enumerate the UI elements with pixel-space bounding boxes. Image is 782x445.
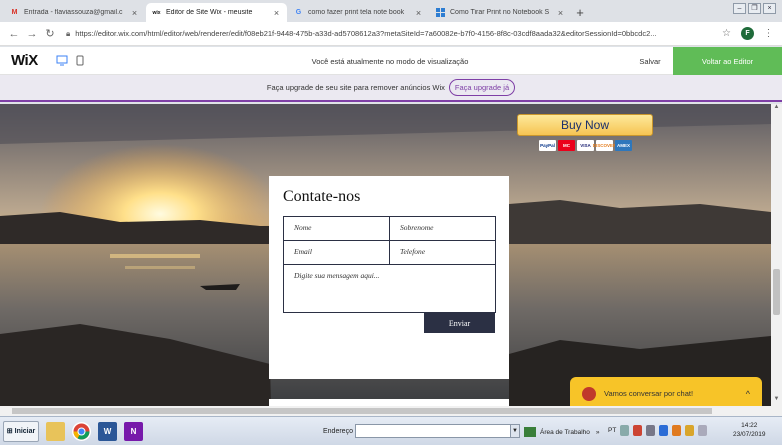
back-arrow-icon[interactable]: ← — [6, 26, 22, 42]
phone-field[interactable]: Telefone — [389, 240, 496, 265]
close-icon[interactable]: × — [130, 8, 139, 18]
message-field[interactable]: Digite sua mensagem aqui... — [283, 264, 496, 313]
tab-google-search[interactable]: G como fazer print tela note book × — [288, 3, 429, 22]
language-indicator[interactable]: PT — [608, 427, 616, 434]
close-icon[interactable]: × — [414, 8, 423, 18]
url-text: https://editor.wix.com/html/editor/web/r… — [75, 29, 657, 38]
bookmark-star-icon[interactable]: ☆ — [719, 26, 734, 41]
visa-icon: VISA — [577, 140, 594, 151]
shield-icon[interactable] — [685, 425, 694, 436]
wix-logo: WiX — [11, 52, 38, 69]
scroll-thumb[interactable] — [773, 269, 780, 315]
expand-chevron-icon[interactable]: » — [596, 429, 600, 436]
preview-mode-message: Você está atualmente no modo de visualiz… — [311, 57, 469, 66]
start-label: Iniciar — [14, 427, 36, 435]
chrome-icon[interactable] — [72, 421, 91, 441]
close-icon[interactable]: × — [556, 8, 565, 18]
horizontal-scrollbar[interactable] — [0, 406, 782, 416]
app-tray-icon[interactable] — [672, 425, 681, 436]
system-clock[interactable]: 14:22 23/07/2019 — [733, 421, 766, 439]
gmail-icon: M — [11, 9, 18, 16]
chat-avatar-icon — [582, 386, 596, 401]
taskbar-address-label: Endereço — [323, 427, 353, 435]
profile-avatar[interactable]: F — [740, 26, 755, 41]
onenote-icon[interactable]: N — [124, 421, 143, 441]
network-icon[interactable] — [633, 425, 642, 436]
lock-icon: 🔒︎ — [66, 28, 71, 38]
start-button[interactable]: ⊞ Iniciar — [3, 420, 39, 442]
amex-icon: AMEX — [615, 140, 632, 151]
avatar: F — [741, 27, 754, 40]
menu-dots-icon[interactable]: ⋮ — [761, 26, 776, 41]
payment-cards: PayPal MC VISA DISCOVER AMEX — [539, 140, 632, 151]
tab-wix-editor[interactable]: wix Editor de Site Wix - meusite × — [146, 3, 287, 22]
close-window-icon[interactable]: × — [763, 3, 776, 14]
desktop-label: Área de Trabalho — [540, 428, 590, 436]
browser-tab-strip: M Entrada - flaviassouza@gmail.c × wix E… — [0, 0, 782, 22]
tab-title: Entrada - flaviassouza@gmail.c — [24, 9, 123, 16]
restore-icon[interactable]: ❐ — [748, 3, 761, 14]
wix-preview-bar: WiX Você está atualmente no modo de visu… — [0, 47, 782, 75]
surname-field[interactable]: Sobrenome — [389, 216, 496, 241]
clock-date: 23/07/2019 — [733, 431, 766, 438]
windows-icon — [436, 8, 445, 17]
new-tab-button[interactable]: + — [572, 3, 588, 22]
tab-title: como fazer print tela note book — [308, 9, 405, 16]
forward-arrow-icon[interactable]: → — [24, 26, 40, 42]
vertical-scrollbar[interactable]: ▲ ▼ — [771, 104, 782, 406]
email-field[interactable]: Email — [283, 240, 390, 265]
dropdown-arrow-icon[interactable]: ▼ — [510, 424, 520, 438]
discover-icon: DISCOVER — [593, 140, 616, 151]
tab-gmail[interactable]: M Entrada - flaviassouza@gmail.c × — [4, 3, 145, 22]
tab-print-article[interactable]: Como Tirar Print no Notebook S × — [430, 3, 571, 22]
buy-now-button[interactable]: Buy Now — [517, 114, 653, 136]
tab-title: Editor de Site Wix - meusite — [166, 9, 253, 16]
flag-icon[interactable] — [620, 425, 629, 436]
windows-logo-icon: ⊞ — [6, 428, 13, 435]
tab-title: Como Tirar Print no Notebook S — [450, 9, 550, 16]
upgrade-banner: Faça upgrade de seu site para remover an… — [0, 75, 782, 102]
window-controls: – ❐ × — [733, 3, 776, 14]
dropbox-icon[interactable] — [659, 425, 668, 436]
back-to-editor-button[interactable]: Voltar ao Editor — [673, 47, 782, 75]
google-icon: G — [295, 9, 302, 16]
word-icon[interactable]: W — [98, 421, 117, 441]
contact-form: Contate-nos Nome Sobrenome Email Telefon… — [269, 176, 509, 379]
hscroll-thumb[interactable] — [12, 408, 712, 414]
contact-title: Contate-nos — [283, 188, 361, 205]
upgrade-text: Faça upgrade de seu site para remover an… — [266, 83, 445, 92]
chat-widget[interactable]: Vamos conversar por chat! ^ — [570, 377, 762, 406]
reload-icon[interactable]: ↻ — [42, 26, 58, 42]
address-bar[interactable]: 🔒︎ https://editor.wix.com/html/editor/we… — [66, 24, 707, 43]
system-tray — [620, 425, 707, 436]
close-icon[interactable]: × — [272, 8, 281, 18]
next-section-card — [269, 399, 509, 406]
chat-label: Vamos conversar por chat! — [604, 389, 694, 398]
scroll-down-arrow-icon[interactable]: ▼ — [771, 396, 782, 406]
minimize-icon[interactable]: – — [733, 3, 746, 14]
paypal-icon: PayPal — [539, 140, 556, 151]
volume-icon[interactable] — [698, 425, 707, 436]
mobile-view-icon[interactable] — [73, 54, 87, 68]
desktop-view-icon[interactable] — [55, 54, 69, 68]
chevron-up-icon[interactable]: ^ — [746, 389, 750, 399]
browser-toolbar: ← → ↻ 🔒︎ https://editor.wix.com/html/edi… — [0, 22, 782, 46]
folder-icon[interactable] — [46, 421, 65, 441]
site-canvas: Buy Now PayPal MC VISA DISCOVER AMEX Con… — [0, 104, 771, 406]
name-field[interactable]: Nome — [283, 216, 390, 241]
wix-icon: wix — [152, 9, 161, 16]
upgrade-now-button[interactable]: Faça upgrade já — [448, 79, 516, 96]
desktop-toolbar[interactable]: Área de Trabalho » — [524, 427, 600, 437]
clock-time: 14:22 — [741, 422, 758, 429]
send-button[interactable]: Enviar — [424, 313, 495, 333]
save-button[interactable]: Salvar — [627, 47, 673, 75]
signal-icon[interactable] — [646, 425, 655, 436]
mastercard-icon: MC — [558, 140, 575, 151]
taskbar-address-input[interactable] — [355, 424, 515, 438]
scroll-up-arrow-icon[interactable]: ▲ — [771, 104, 782, 114]
windows-taskbar: ⊞ Iniciar W N Endereço ▼ Área de Trabalh… — [0, 416, 782, 445]
desktop-icon — [524, 427, 536, 437]
